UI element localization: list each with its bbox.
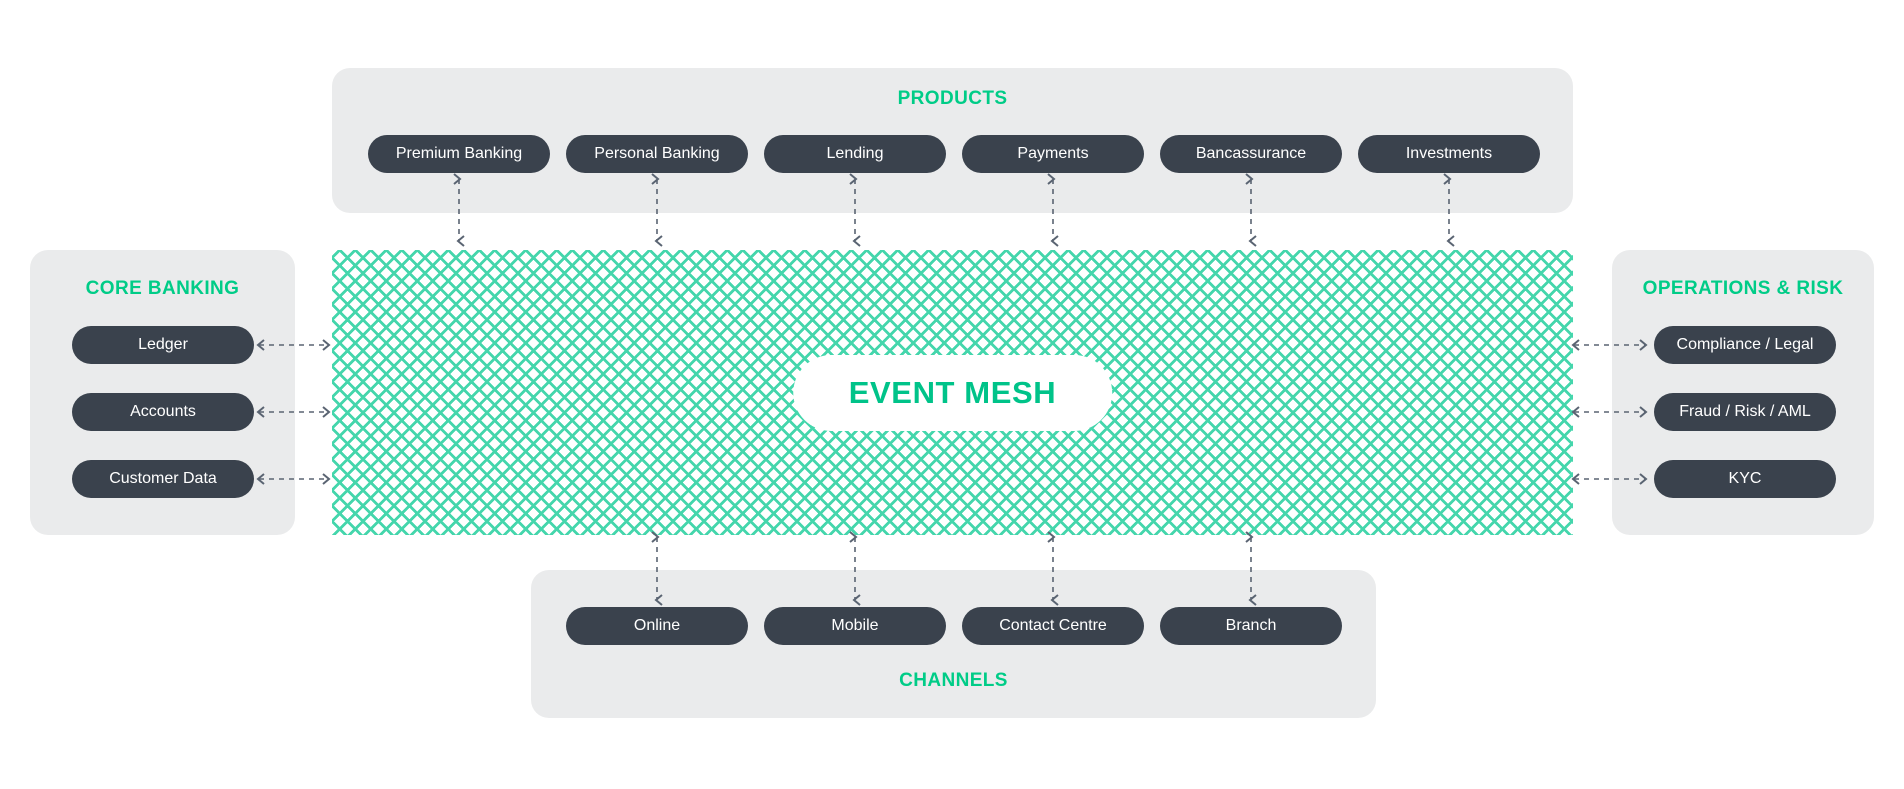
core-banking-pill-customer-data[interactable]: Customer Data [72, 460, 254, 498]
operations-risk-pill-compliance-legal[interactable]: Compliance / Legal [1654, 326, 1836, 364]
channel-pill-mobile[interactable]: Mobile [764, 607, 946, 645]
event-mesh-region: EVENT MESH [332, 250, 1573, 535]
channel-pill-online[interactable]: Online [566, 607, 748, 645]
core-banking-pill-ledger[interactable]: Ledger [72, 326, 254, 364]
operations-risk-pill-kyc[interactable]: KYC [1654, 460, 1836, 498]
channel-pill-contact-centre[interactable]: Contact Centre [962, 607, 1144, 645]
product-pill-bancassurance[interactable]: Bancassurance [1160, 135, 1342, 173]
group-title-channels: CHANNELS [899, 670, 1008, 691]
event-mesh-label: EVENT MESH [848, 374, 1057, 410]
product-pill-personal-banking[interactable]: Personal Banking [566, 135, 748, 173]
product-pill-payments[interactable]: Payments [962, 135, 1144, 173]
channel-pill-branch[interactable]: Branch [1160, 607, 1342, 645]
product-pill-lending[interactable]: Lending [764, 135, 946, 173]
group-title-products: PRODUCTS [897, 88, 1008, 109]
group-title-core-banking: CORE BANKING [85, 278, 240, 299]
diagram-canvas: PRODUCTS Premium Banking Personal Bankin… [0, 0, 1904, 789]
group-title-operations-risk: OPERATIONS & RISK [1642, 278, 1844, 299]
operations-risk-pill-fraud-risk-aml[interactable]: Fraud / Risk / AML [1654, 393, 1836, 431]
product-pill-investments[interactable]: Investments [1358, 135, 1540, 173]
event-mesh-badge: EVENT MESH [792, 354, 1113, 431]
core-banking-pill-accounts[interactable]: Accounts [72, 393, 254, 431]
product-pill-premium-banking[interactable]: Premium Banking [368, 135, 550, 173]
